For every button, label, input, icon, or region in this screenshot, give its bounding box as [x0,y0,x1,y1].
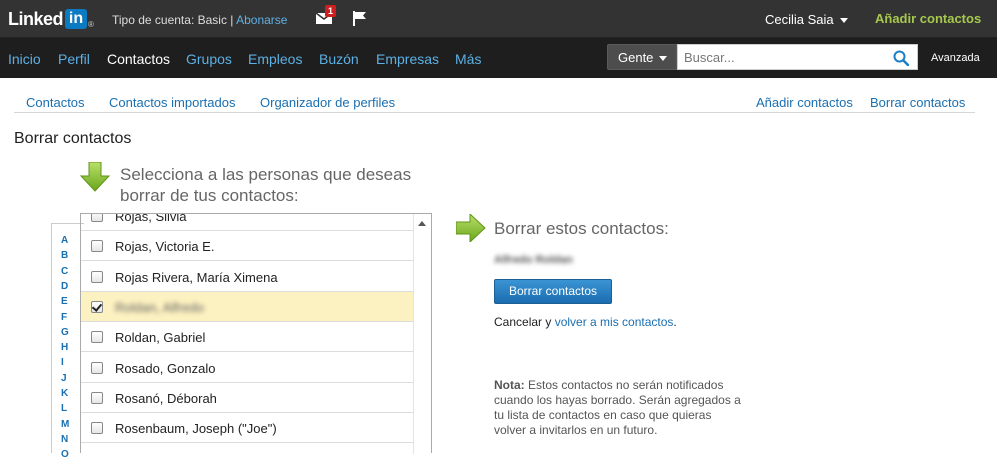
instruction-line-2: borrar de tus contactos: [120,186,299,205]
contact-row[interactable]: Rosado, Gonzalo [81,353,413,383]
alphabet-link[interactable]: A [61,235,68,246]
contact-checkbox[interactable] [91,422,103,435]
search-input[interactable] [677,44,918,70]
alphabet-link[interactable]: D [61,281,68,292]
search-scope-dropdown[interactable]: Gente [607,44,677,70]
back-to-contacts-link[interactable]: volver a mis contactos [555,315,674,329]
subnav-anadir-contactos[interactable]: Añadir contactos [756,95,853,110]
alphabet-link[interactable]: C [61,266,68,277]
contact-list[interactable]: Rojas, Silvia Rojas, Victoria E. Rojas Riv… [80,213,432,453]
cancel-connector: y [542,315,555,329]
contact-row[interactable]: Rojas, Victoria E. [81,231,413,262]
subnav-borrar-contactos[interactable]: Borrar contactos [870,95,965,110]
user-menu[interactable]: Cecilia Saia [765,12,848,27]
alphabet-link[interactable]: N [61,434,68,445]
upgrade-link[interactable]: Abonarse [236,13,287,27]
account-separator: | [226,13,237,27]
search-scope-label: Gente [618,50,654,65]
contact-row[interactable]: Rojas, Silvia [81,213,413,231]
contact-checkbox[interactable] [91,214,103,222]
instruction-text: Selecciona a las personas que deseas bor… [120,164,420,206]
contact-name: Rosenbaum, Joseph ("Joe") [115,421,277,437]
alphabet-link[interactable]: I [61,357,64,368]
contact-row[interactable]: Rosanó, Déborah [81,383,413,413]
note-text: Nota: Estos contactos no serán notificad… [494,378,744,438]
note-label: Nota: [494,378,525,392]
arrow-right-icon [456,214,486,242]
flag-icon[interactable] [353,11,367,26]
subnav-contactos-importados[interactable]: Contactos importados [109,95,235,110]
nav-mas[interactable]: Más [455,51,481,67]
search-icon[interactable] [893,50,909,66]
contact-name: Rojas, Silvia [115,213,187,224]
list-scrollbar[interactable] [413,214,431,454]
scroll-up-icon[interactable] [418,221,426,226]
contact-name: Rosanó, Déborah [115,390,217,406]
alphabet-link[interactable]: K [61,388,68,399]
contact-checkbox[interactable] [91,391,103,404]
account-type-label: Tipo de cuenta: Basic [112,13,227,27]
advanced-search-link[interactable]: Avanzada [931,52,980,64]
nav-grupos[interactable]: Grupos [186,51,232,67]
contact-row[interactable]: Rojas Rivera, María Ximena [81,262,413,292]
contact-name: Roldan, Gabriel [115,330,206,346]
contact-checkbox[interactable] [91,300,103,313]
note-body: Estos contactos no serán notificados cua… [494,378,741,437]
logo-text: Linked [8,8,64,29]
cancel-label: Cancelar [494,315,543,329]
account-type: Tipo de cuenta: Basic | Abonarse [112,13,287,27]
chevron-down-icon [659,56,668,62]
nav-empleos[interactable]: Empleos [248,51,302,67]
nav-contactos[interactable]: Contactos [107,51,170,67]
top-bar: Linked in ® Tipo de cuenta: Basic | Abon… [0,0,997,38]
contact-name: Rojas, Victoria E. [115,239,215,255]
alphabet-link[interactable]: J [61,373,67,384]
user-name: Cecilia Saia [765,12,834,27]
cancel-line: Cancelar y volver a mis contactos. [494,315,677,329]
contact-row[interactable]: Rosenbaum, Joseph ("Joe") [81,413,413,444]
contact-row[interactable]: Roldan, Gabriel [81,322,413,353]
alphabet-link[interactable]: F [61,312,67,323]
logo-in-badge: in [65,9,88,29]
delete-these-title: Borrar estos contactos: [494,219,669,238]
alphabet-link[interactable]: M [61,419,69,430]
contact-name: Rojas Rivera, María Ximena [115,269,278,285]
cancel-period: . [673,315,677,329]
add-contacts-top-link[interactable]: Añadir contactos [875,11,981,26]
arrow-down-icon [80,162,110,192]
sub-nav: Contactos Contactos importados Organizad… [14,88,975,113]
delete-contacts-button[interactable]: Borrar contactos [494,279,612,304]
contact-row[interactable]: Roldan, Alfredo [81,291,413,322]
alphabet-link[interactable]: G [61,327,69,338]
chevron-down-icon [839,18,848,24]
contact-checkbox[interactable] [91,270,103,283]
alphabet-link[interactable]: E [61,296,68,307]
alphabet-link[interactable]: H [61,342,68,353]
contact-checkbox[interactable] [91,240,103,253]
subnav-contactos[interactable]: Contactos [26,95,85,110]
logo-registered-mark: ® [88,19,94,29]
alphabet-link[interactable]: L [61,403,67,414]
page-title: Borrar contactos [14,130,132,147]
nav-buzon[interactable]: Buzón [319,51,359,67]
nav-perfil[interactable]: Perfil [58,51,90,67]
instruction-line-1: Selecciona a las personas que deseas [120,165,412,184]
subnav-organizador-perfiles[interactable]: Organizador de perfiles [260,95,395,110]
mail-count-badge: 1 [325,5,337,17]
nav-inicio[interactable]: Inicio [8,51,41,67]
contact-checkbox[interactable] [91,361,103,374]
nav-empresas[interactable]: Empresas [376,51,439,67]
contact-name: Roldan, Alfredo [115,299,204,315]
selected-contact-name: Alfredo Roldan [494,254,573,266]
contact-name: Rosado, Gonzalo [115,360,216,376]
main-nav: Inicio Perfil Contactos Grupos Empleos B… [0,38,997,78]
alphabet-link[interactable]: B [61,250,68,261]
linkedin-logo[interactable]: Linked in ® [8,8,94,30]
contact-checkbox[interactable] [91,331,103,344]
